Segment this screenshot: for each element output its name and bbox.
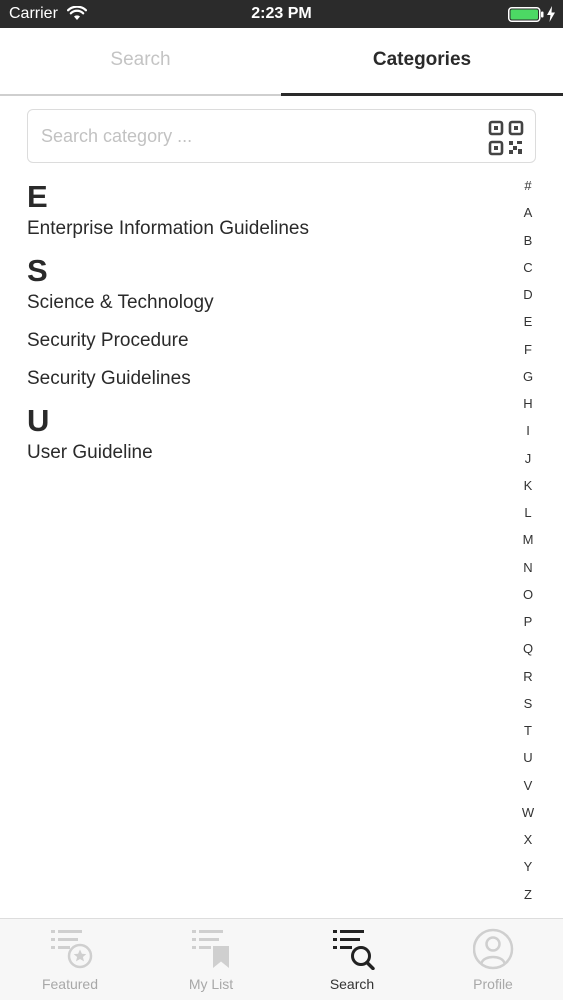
index-letter[interactable]: J [513, 445, 543, 472]
charging-bolt-icon [547, 6, 555, 22]
category-item[interactable]: User Guideline [27, 438, 497, 476]
index-letter[interactable]: H [513, 390, 543, 417]
tab-categories[interactable]: Categories [281, 28, 563, 96]
index-letter[interactable]: E [513, 308, 543, 335]
nav-search[interactable]: Search [282, 919, 422, 1000]
nav-my-list[interactable]: My List [141, 919, 281, 1000]
index-letter[interactable]: X [513, 826, 543, 853]
section-header: S [27, 253, 48, 288]
index-letter[interactable]: M [513, 526, 543, 553]
index-letter[interactable]: D [513, 281, 543, 308]
search-category-input[interactable] [41, 110, 481, 162]
index-letter[interactable]: S [513, 690, 543, 717]
nav-featured[interactable]: Featured [0, 919, 140, 1000]
search-list-icon [333, 930, 375, 970]
category-list: E Enterprise Information Guidelines S Sc… [27, 178, 497, 476]
alphabet-index[interactable]: # A B C D E F G H I J K L M N O P Q R S … [513, 172, 543, 908]
category-item[interactable]: Security Procedure [27, 326, 497, 364]
battery-icon [508, 7, 544, 22]
category-item[interactable]: Security Guidelines [27, 364, 497, 402]
section-u: U User Guideline [27, 402, 497, 476]
status-bar: Carrier 2:23 PM [0, 0, 563, 28]
category-item[interactable]: Enterprise Information Guidelines [27, 214, 497, 252]
index-letter[interactable]: F [513, 336, 543, 363]
profile-icon [473, 928, 514, 970]
index-letter[interactable]: G [513, 363, 543, 390]
index-letter[interactable]: K [513, 472, 543, 499]
index-letter[interactable]: A [513, 199, 543, 226]
index-letter[interactable]: V [513, 772, 543, 799]
index-letter[interactable]: N [513, 554, 543, 581]
index-letter[interactable]: # [513, 172, 543, 199]
bottom-tab-bar: Featured My List Search Profile [0, 918, 563, 1000]
status-time: 2:23 PM [251, 5, 312, 22]
segment-tabs: Search Categories [0, 28, 563, 96]
index-letter[interactable]: R [513, 663, 543, 690]
nav-profile[interactable]: Profile [423, 919, 563, 1000]
index-letter[interactable]: O [513, 581, 543, 608]
nav-profile-label: Profile [473, 976, 513, 992]
qr-code-icon[interactable] [488, 120, 524, 156]
nav-featured-label: Featured [41, 976, 99, 992]
index-letter[interactable]: I [513, 417, 543, 444]
section-e: E Enterprise Information Guidelines [27, 178, 497, 252]
section-header: U [27, 403, 50, 438]
nav-my-list-label: My List [188, 976, 234, 992]
my-list-bookmark-icon [192, 930, 229, 968]
section-s: S Science & Technology Security Procedur… [27, 252, 497, 402]
section-header: E [27, 179, 48, 214]
nav-search-label: Search [329, 976, 375, 992]
index-letter[interactable]: B [513, 227, 543, 254]
index-letter[interactable]: L [513, 499, 543, 526]
index-letter[interactable]: C [513, 254, 543, 281]
index-letter[interactable]: Z [513, 881, 543, 908]
index-letter[interactable]: Y [513, 853, 543, 880]
index-letter[interactable]: T [513, 717, 543, 744]
index-letter[interactable]: P [513, 608, 543, 635]
index-letter[interactable]: W [513, 799, 543, 826]
index-letter[interactable]: U [513, 744, 543, 771]
tab-search[interactable]: Search [0, 28, 281, 96]
index-letter[interactable]: Q [513, 635, 543, 662]
category-item[interactable]: Science & Technology [27, 288, 497, 326]
featured-list-icon [51, 930, 93, 969]
search-box [27, 109, 536, 163]
